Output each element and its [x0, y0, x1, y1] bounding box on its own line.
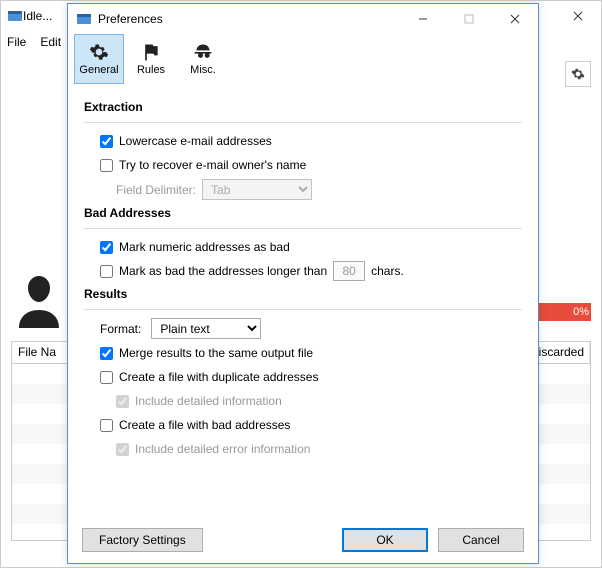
app-icon — [7, 8, 23, 24]
section-extraction: Extraction — [84, 100, 522, 114]
checkbox-dup-file[interactable] — [100, 371, 113, 384]
tab-label: Misc. — [190, 64, 216, 76]
label-merge: Merge results to the same output file — [119, 346, 313, 360]
main-title: Idle... — [23, 9, 52, 23]
settings-button[interactable] — [565, 61, 591, 87]
preferences-dialog: Preferences General Rules Misc. Extracti… — [67, 3, 539, 564]
input-long-chars — [333, 261, 365, 281]
progress-text: 0% — [573, 306, 589, 318]
label-mark-numeric: Mark numeric addresses as bad — [119, 240, 290, 254]
checkbox-bad-detail — [116, 443, 129, 456]
tab-general[interactable]: General — [74, 34, 124, 84]
dialog-button-bar: Factory Settings OK Cancel — [68, 517, 538, 563]
label-field-delimiter: Field Delimiter: — [116, 183, 196, 197]
menu-edit[interactable]: Edit — [40, 35, 61, 49]
flag-icon — [140, 42, 162, 62]
label-dup-detail: Include detailed information — [135, 394, 282, 408]
label-recover-name: Try to recover e-mail owner's name — [119, 158, 306, 172]
checkbox-mark-numeric[interactable] — [100, 241, 113, 254]
user-icon — [16, 276, 62, 328]
label-dup-file: Create a file with duplicate addresses — [119, 370, 318, 384]
col-filename[interactable]: File Na — [12, 342, 72, 363]
checkbox-merge[interactable] — [100, 347, 113, 360]
label-format: Format: — [100, 322, 141, 336]
checkbox-bad-file[interactable] — [100, 419, 113, 432]
dialog-maximize-button — [446, 4, 492, 34]
cancel-button[interactable]: Cancel — [438, 528, 524, 552]
checkbox-recover-name[interactable] — [100, 159, 113, 172]
label-bad-file: Create a file with bad addresses — [119, 418, 290, 432]
tab-label: General — [79, 64, 118, 76]
select-format[interactable]: Plain text — [151, 318, 261, 339]
factory-settings-button[interactable]: Factory Settings — [82, 528, 203, 552]
tab-misc[interactable]: Misc. — [178, 34, 228, 84]
tab-label: Rules — [137, 64, 165, 76]
menu-file[interactable]: File — [7, 35, 26, 49]
dialog-titlebar: Preferences — [68, 4, 538, 34]
preferences-toolbar: General Rules Misc. — [68, 34, 538, 84]
app-icon — [76, 11, 92, 27]
dialog-minimize-button[interactable] — [400, 4, 446, 34]
section-bad-addresses: Bad Addresses — [84, 206, 522, 220]
select-field-delimiter: Tab — [202, 179, 312, 200]
ok-button[interactable]: OK — [342, 528, 428, 552]
progress-bar: 0% — [536, 303, 591, 321]
section-results: Results — [84, 287, 522, 301]
label-bad-detail: Include detailed error information — [135, 442, 310, 456]
label-mark-long-pre: Mark as bad the addresses longer than — [119, 264, 327, 278]
tab-rules[interactable]: Rules — [126, 34, 176, 84]
spy-icon — [192, 42, 214, 62]
checkbox-mark-long[interactable] — [100, 265, 113, 278]
checkbox-lowercase[interactable] — [100, 135, 113, 148]
gear-icon — [88, 42, 110, 62]
dialog-close-button[interactable] — [492, 4, 538, 34]
label-mark-long-post: chars. — [371, 264, 404, 278]
gear-icon — [571, 67, 585, 81]
dialog-title: Preferences — [98, 12, 163, 26]
close-button[interactable] — [555, 1, 601, 31]
dialog-content: Extraction Lowercase e-mail addresses Tr… — [68, 84, 538, 517]
checkbox-dup-detail — [116, 395, 129, 408]
label-lowercase: Lowercase e-mail addresses — [119, 134, 272, 148]
